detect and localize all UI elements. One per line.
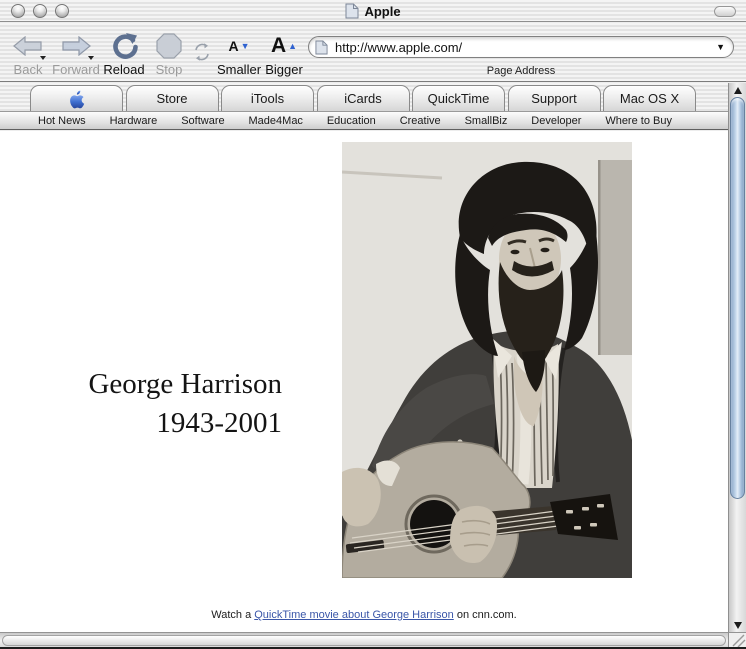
tab-itools[interactable]: iTools [221, 85, 314, 111]
tab-macosx-label: Mac OS X [619, 91, 680, 106]
title-bar: Apple [0, 0, 746, 22]
forward-button[interactable]: Forward [50, 31, 102, 81]
footer-prefix: Watch a [211, 609, 255, 621]
bigger-label: Bigger [265, 62, 303, 77]
back-menu-caret-icon [40, 56, 46, 60]
window-title-group: Apple [0, 0, 746, 22]
subnav-made4mac[interactable]: Made4Mac [249, 115, 303, 127]
smaller-text-button[interactable]: A ▼ Smaller [214, 31, 264, 81]
tab-support[interactable]: Support [507, 85, 601, 111]
reload-icon [113, 33, 138, 59]
scroll-up-button[interactable] [729, 83, 746, 97]
subnav-creative[interactable]: Creative [400, 115, 441, 127]
subnav-education[interactable]: Education [327, 115, 376, 127]
address-input[interactable] [333, 38, 717, 56]
scroll-down-icon [733, 621, 742, 629]
toolbar-collapse-button[interactable] [714, 6, 736, 17]
stop-octagon-icon [156, 33, 182, 59]
resize-grip-icon [732, 634, 746, 647]
tab-apple-home[interactable] [30, 85, 123, 111]
smaller-letter: A [228, 38, 239, 54]
window-resize-grip[interactable] [728, 632, 746, 647]
scroll-down-button[interactable] [729, 618, 746, 632]
subnav-software[interactable]: Software [181, 115, 224, 127]
subnav-where-to-buy[interactable]: Where to Buy [605, 115, 672, 127]
subnav-smallbiz[interactable]: SmallBiz [465, 115, 508, 127]
page-icon [345, 3, 359, 19]
forward-menu-caret-icon [88, 56, 94, 60]
tab-quicktime-label: QuickTime [427, 91, 490, 106]
page-address-label: Page Address [486, 65, 556, 77]
reload-button[interactable]: Reload [102, 31, 146, 81]
horizontal-scroll-thumb[interactable] [2, 635, 726, 646]
apple-logo-icon [69, 90, 84, 108]
window-title: Apple [364, 3, 401, 19]
back-button[interactable]: Back [6, 31, 50, 81]
tab-icards[interactable]: iCards [316, 85, 410, 111]
bigger-arrow-icon: ▲ [288, 40, 298, 51]
forward-label: Forward [52, 62, 100, 77]
george-harrison-photo [342, 142, 632, 578]
headline-name: George Harrison [88, 368, 282, 400]
subnav-hot-news[interactable]: Hot News [38, 115, 86, 127]
sub-navigation: Hot News Hardware Software Made4Mac Educ… [0, 112, 728, 130]
address-dropdown-icon[interactable]: ▼ [716, 42, 725, 52]
subnav-hardware[interactable]: Hardware [110, 115, 158, 127]
page-content: George Harrison 1943-2001 Watch a QuickT… [0, 131, 728, 632]
stop-button[interactable]: Stop [148, 31, 190, 81]
memorial-headline: George Harrison 1943-2001 [0, 365, 282, 442]
tab-store-label: Store [156, 91, 188, 106]
subnav-developer[interactable]: Developer [531, 115, 581, 127]
tab-quicktime[interactable]: QuickTime [412, 85, 505, 111]
browser-window: Apple Back Forward Reload Stop A ▼ Small… [0, 0, 746, 649]
back-arrow-icon [13, 36, 42, 56]
address-page-icon [315, 40, 328, 54]
stop-label: Stop [155, 62, 183, 77]
toolbar: Back Forward Reload Stop A ▼ Smaller A ▲… [0, 23, 746, 82]
tab-support-label: Support [531, 91, 577, 106]
bigger-letter: A [270, 34, 287, 57]
vertical-scrollbar[interactable] [728, 83, 746, 632]
tab-macosx[interactable]: Mac OS X [603, 85, 696, 111]
scroll-up-icon [733, 86, 742, 94]
headline-years: 1943-2001 [156, 406, 282, 439]
footer-suffix: on cnn.com. [453, 609, 517, 621]
tab-itools-label: iTools [250, 91, 285, 106]
sync-arrows-icon [195, 43, 209, 61]
forward-arrow-icon [62, 36, 91, 56]
smaller-arrow-icon: ▼ [240, 40, 250, 51]
back-label: Back [13, 62, 43, 77]
horizontal-scrollbar[interactable] [0, 632, 728, 647]
footer-note: Watch a QuickTime movie about George Har… [0, 609, 728, 621]
tab-store[interactable]: Store [125, 85, 219, 111]
favorites-tab-bar: Store iTools iCards QuickTime Support Ma… [0, 83, 728, 112]
activity-indicator [190, 37, 214, 67]
tab-icards-label: iCards [344, 91, 382, 106]
vertical-scroll-thumb[interactable] [730, 97, 745, 499]
address-bar[interactable]: ▼ [308, 36, 734, 58]
quicktime-movie-link[interactable]: QuickTime movie about George Harrison [254, 609, 454, 621]
bigger-text-button[interactable]: A ▲ Bigger [262, 31, 306, 81]
reload-label: Reload [103, 62, 145, 77]
smaller-label: Smaller [216, 62, 262, 77]
